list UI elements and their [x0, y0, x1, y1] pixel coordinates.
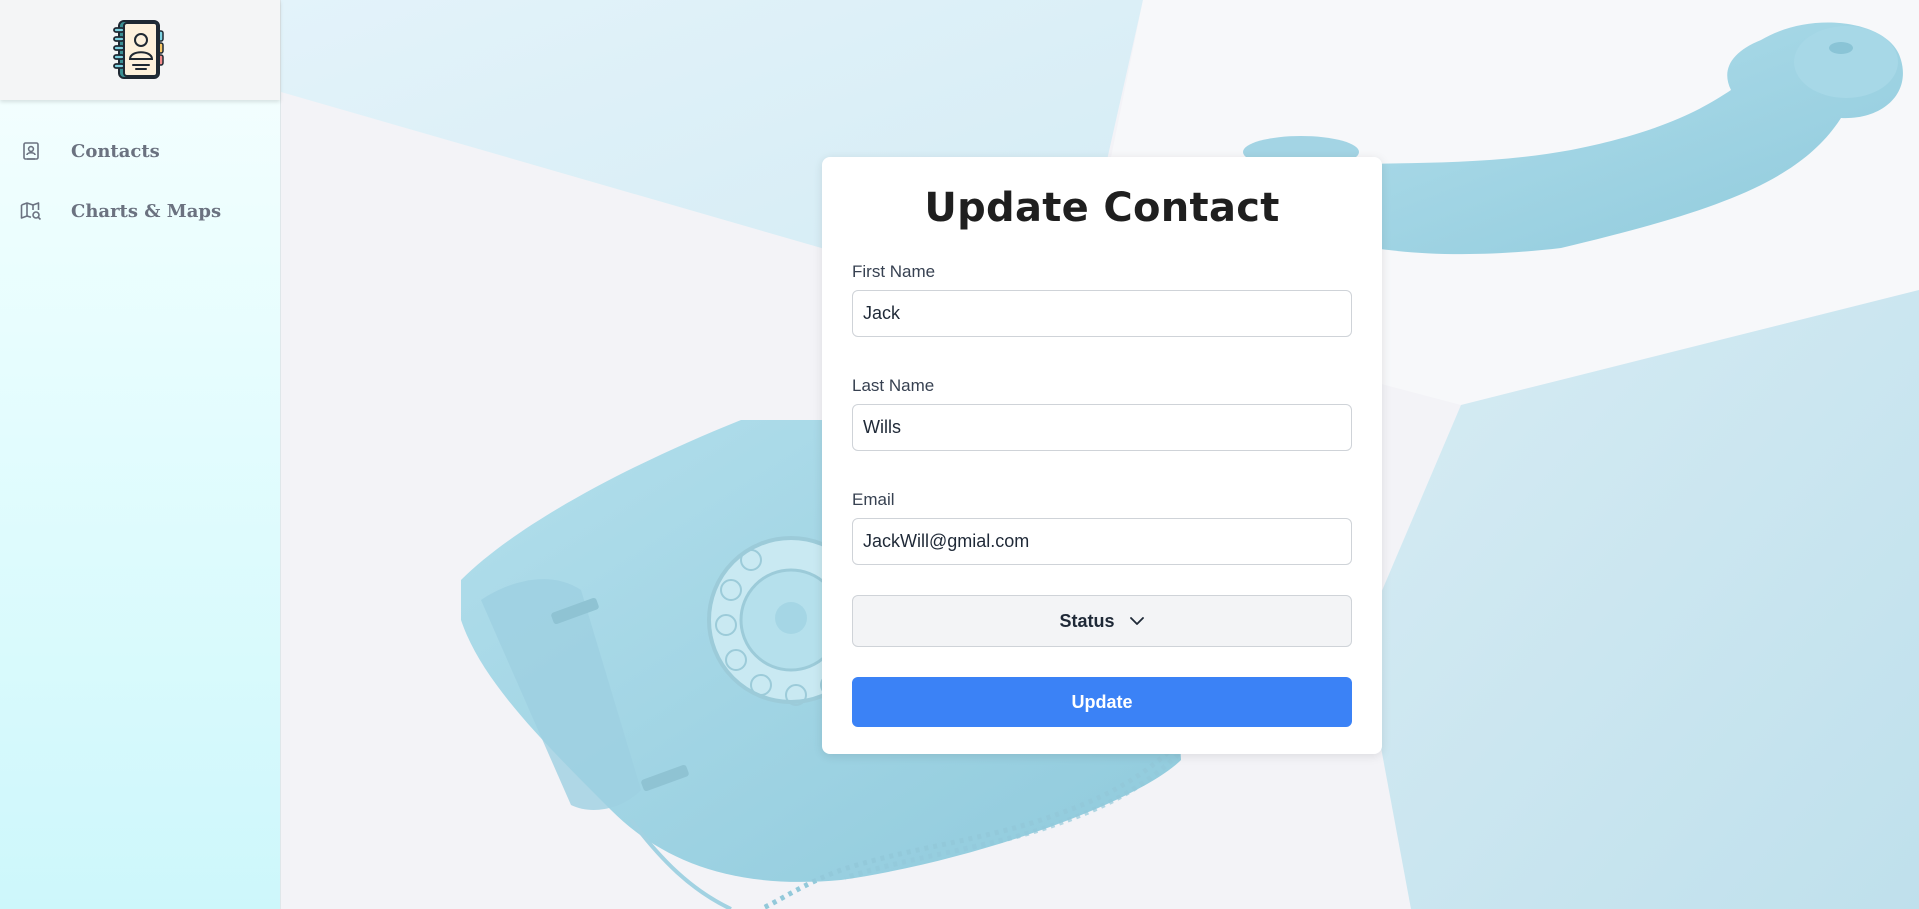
map-search-icon [20, 200, 42, 222]
submit-group: Update [852, 677, 1352, 727]
logo-header [0, 0, 280, 100]
sidebar-item-label: Contacts [71, 140, 160, 162]
app-window: Contacts Charts & Maps Update Contact Fi… [0, 0, 1919, 909]
first-name-label: First Name [852, 262, 936, 281]
sidebar-item-label: Charts & Maps [71, 200, 222, 222]
last-name-input[interactable] [852, 404, 1352, 451]
contact-book-icon[interactable] [110, 19, 170, 81]
form-title: Update Contact [924, 185, 1280, 231]
chevron-down-icon [1129, 616, 1145, 626]
last-name-group: Last Name [852, 376, 1352, 451]
sidebar-nav: Contacts Charts & Maps [0, 100, 280, 234]
status-dropdown[interactable]: Status [852, 595, 1352, 647]
first-name-group: First Name [852, 262, 1352, 337]
update-contact-form: Update Contact First Name Last Name Emai… [822, 157, 1382, 754]
first-name-input[interactable] [852, 290, 1352, 337]
status-label: Status [1059, 610, 1115, 631]
sidebar-item-contacts[interactable]: Contacts [0, 128, 280, 174]
email-group: Email [852, 490, 1352, 565]
sidebar: Contacts Charts & Maps [0, 0, 281, 909]
email-label: Email [852, 490, 895, 509]
contact-card-icon [20, 140, 42, 162]
update-button[interactable]: Update [852, 677, 1352, 727]
status-group: Status [852, 595, 1352, 647]
email-input[interactable] [852, 518, 1352, 565]
sidebar-item-charts-maps[interactable]: Charts & Maps [0, 188, 280, 234]
last-name-label: Last Name [852, 376, 935, 395]
